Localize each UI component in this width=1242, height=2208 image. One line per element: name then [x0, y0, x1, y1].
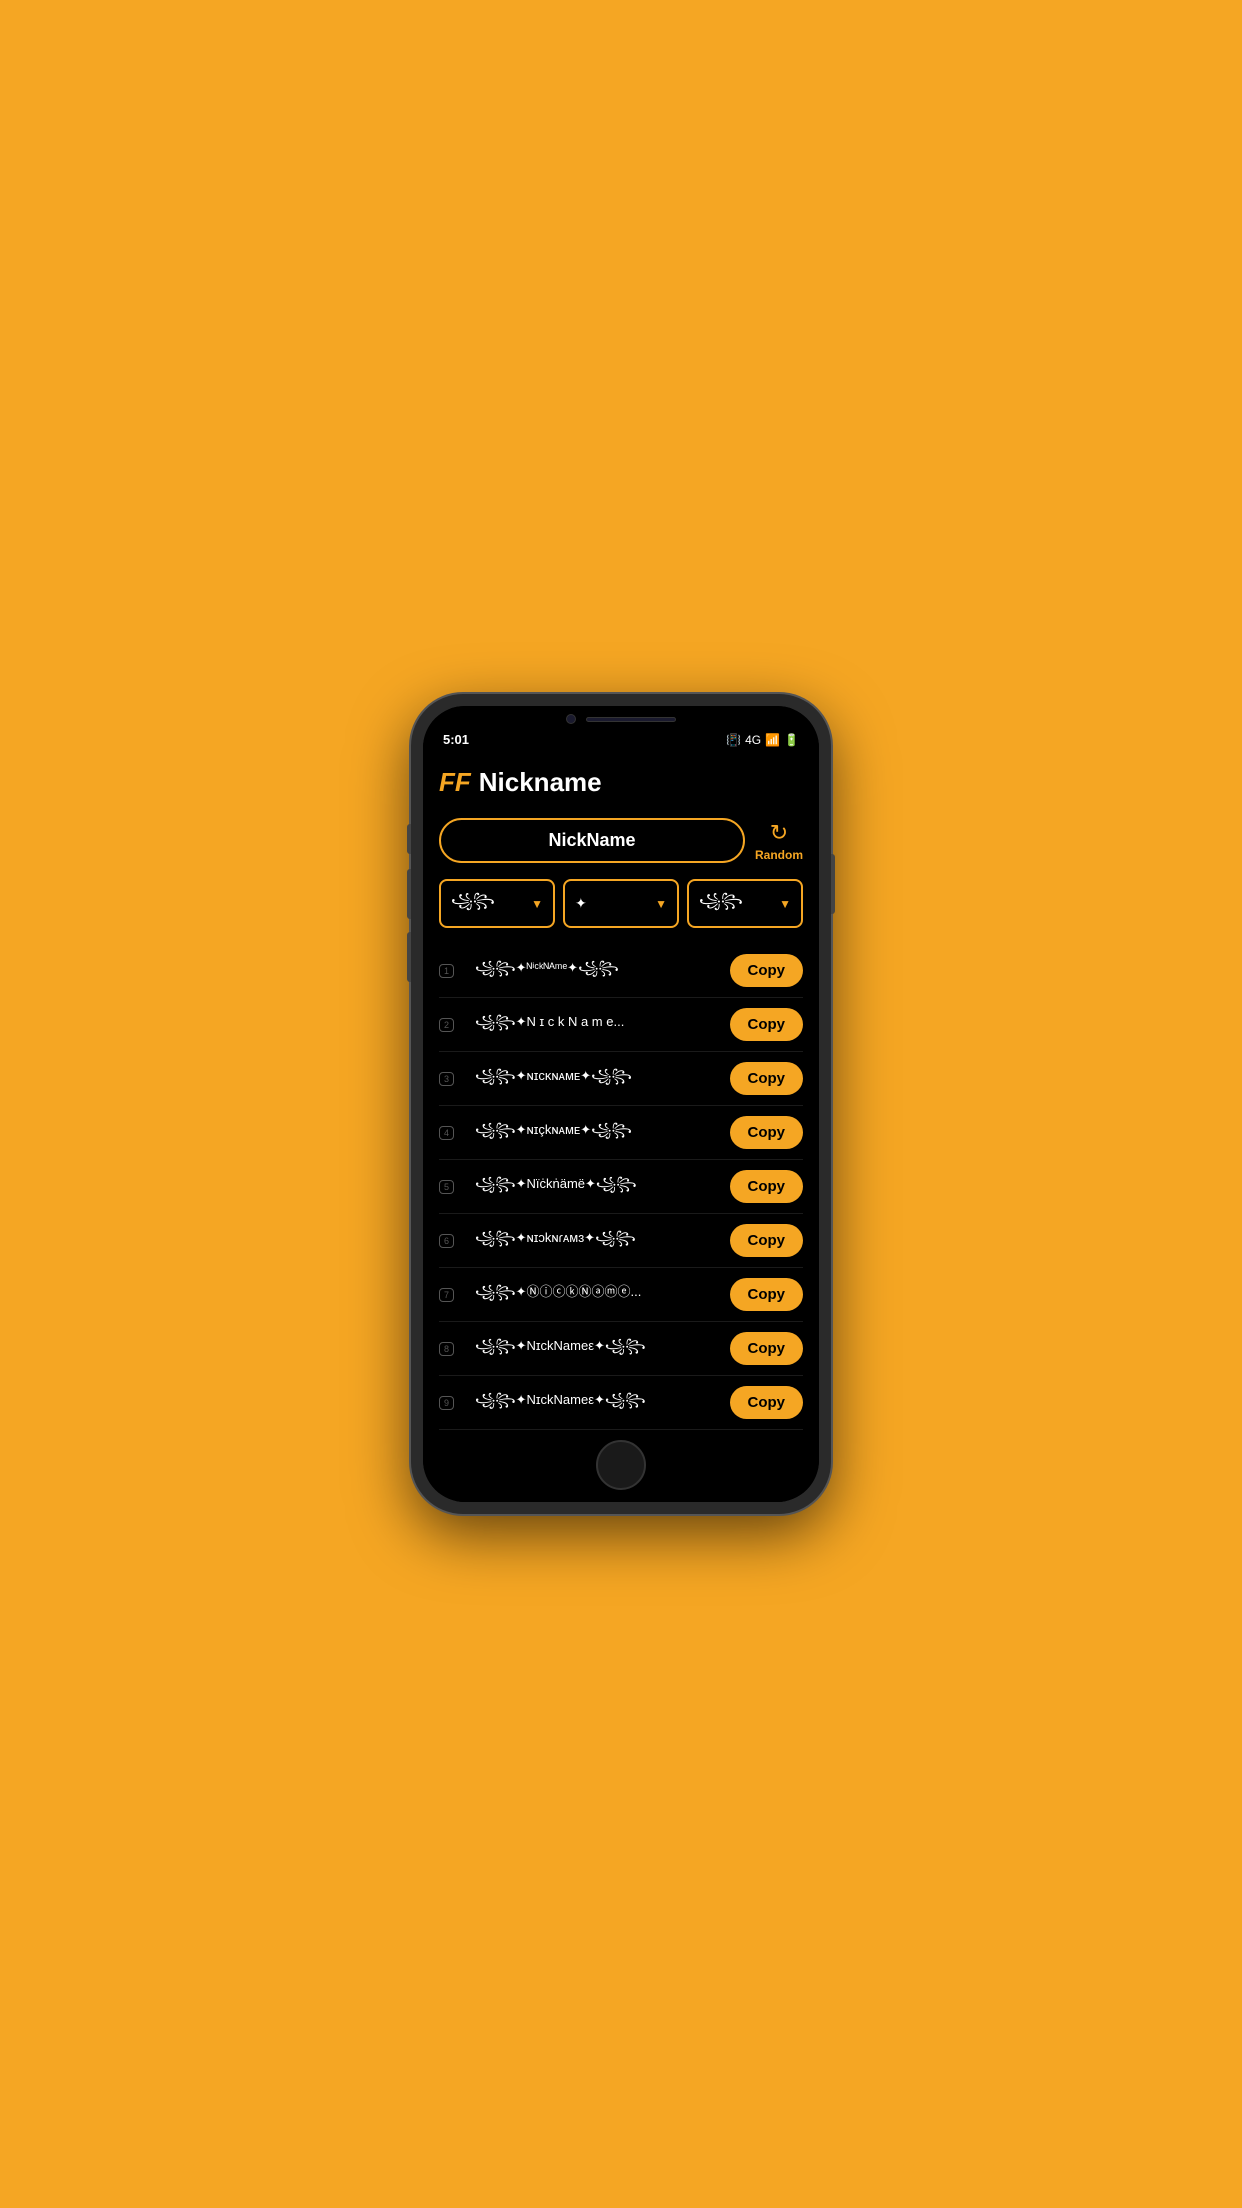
volume-up-button	[407, 869, 411, 919]
dropdown-arrow-1: ▼	[531, 897, 543, 911]
network-icon: 4G	[745, 733, 761, 747]
nickname-text-6: ꧁꧂✦ɴɪɔkɴɾᴀᴍɜ✦꧁꧂	[475, 1227, 722, 1254]
dropdown-arrow-3: ▼	[779, 897, 791, 911]
row-number: 6	[439, 1234, 467, 1248]
copy-button-7[interactable]: Copy	[730, 1278, 804, 1311]
phone-notch	[423, 706, 819, 728]
filter-3-text: ꧁꧂	[699, 889, 743, 918]
signal-icon: 📶	[765, 733, 780, 747]
nickname-text-7: ꧁꧂✦ⓃⓘⓒⓚⓃⓐⓜⓔ...	[475, 1281, 722, 1308]
table-row: 7 ꧁꧂✦ⓃⓘⓒⓚⓃⓐⓜⓔ... Copy	[439, 1268, 803, 1322]
nickname-input[interactable]	[439, 818, 745, 863]
filter-row: ꧁꧂ ▼ ✦ ▼ ꧁꧂ ▼	[439, 879, 803, 928]
app-header: FF Nickname	[439, 767, 803, 798]
dropdown-arrow-2: ▼	[655, 897, 667, 911]
random-icon: ↻	[770, 820, 788, 846]
table-row: 4 ꧁꧂✦ɴɪçkɴᴀᴍᴇ✦꧁꧂ Copy	[439, 1106, 803, 1160]
copy-button-4[interactable]: Copy	[730, 1116, 804, 1149]
row-number: 4	[439, 1126, 467, 1140]
vibrate-icon: 📳	[726, 733, 741, 747]
copy-button-8[interactable]: Copy	[730, 1332, 804, 1365]
row-number: 2	[439, 1018, 467, 1032]
copy-button-6[interactable]: Copy	[730, 1224, 804, 1257]
table-row: 9 ꧁꧂✦NɪckNameε✦꧁꧂ Copy	[439, 1376, 803, 1430]
table-row: 1 ꧁꧂✦ᴺⁱᶜᵏᴺᴬᵐᵉ✦꧁꧂ Copy	[439, 944, 803, 998]
row-number: 9	[439, 1396, 467, 1410]
table-row: 3 ꧁꧂✦ɴɪᴄᴋɴᴀᴍᴇ✦꧁꧂ Copy	[439, 1052, 803, 1106]
ff-label: FF	[439, 767, 471, 798]
filter-dropdown-2[interactable]: ✦ ▼	[563, 879, 679, 928]
row-number: 5	[439, 1180, 467, 1194]
row-number: 7	[439, 1288, 467, 1302]
random-button[interactable]: ↻ Random	[755, 820, 803, 862]
row-number: 3	[439, 1072, 467, 1086]
row-number: 8	[439, 1342, 467, 1356]
table-row: 6 ꧁꧂✦ɴɪɔkɴɾᴀᴍɜ✦꧁꧂ Copy	[439, 1214, 803, 1268]
battery-icon: 🔋	[784, 733, 799, 747]
home-button[interactable]	[596, 1440, 646, 1490]
filter-dropdown-1[interactable]: ꧁꧂ ▼	[439, 879, 555, 928]
random-label: Random	[755, 848, 803, 862]
copy-button-2[interactable]: Copy	[730, 1008, 804, 1041]
phone-frame: 5:01 📳 4G 📶 🔋 FF Nickname ↻ Random	[411, 694, 831, 1514]
nickname-text-9: ꧁꧂✦NɪckNameε✦꧁꧂	[475, 1389, 722, 1416]
front-camera	[566, 714, 576, 724]
copy-button-1[interactable]: Copy	[730, 954, 804, 987]
app-title: Nickname	[479, 767, 602, 798]
phone-screen: 5:01 📳 4G 📶 🔋 FF Nickname ↻ Random	[423, 706, 819, 1502]
nickname-text-2: ꧁꧂✦N ɪ ᴄ k N a m e...	[475, 1011, 722, 1038]
status-time: 5:01	[443, 732, 469, 747]
status-icons: 📳 4G 📶 🔋	[726, 733, 799, 747]
status-bar: 5:01 📳 4G 📶 🔋	[423, 728, 819, 751]
power-button	[831, 854, 835, 914]
nickname-text-5: ꧁꧂✦Nïċkṅämë✦꧁꧂	[475, 1173, 722, 1200]
nickname-text-8: ꧁꧂✦NɪckNameε✦꧁꧂	[475, 1335, 722, 1362]
table-row: 8 ꧁꧂✦NɪckNameε✦꧁꧂ Copy	[439, 1322, 803, 1376]
speaker	[586, 717, 676, 722]
row-number: 1	[439, 964, 467, 978]
copy-button-3[interactable]: Copy	[730, 1062, 804, 1095]
input-row: ↻ Random	[439, 818, 803, 863]
copy-button-5[interactable]: Copy	[730, 1170, 804, 1203]
home-indicator-area	[423, 1432, 819, 1502]
mute-button	[407, 824, 411, 854]
nickname-text-1: ꧁꧂✦ᴺⁱᶜᵏᴺᴬᵐᵉ✦꧁꧂	[475, 957, 722, 984]
app-content: FF Nickname ↻ Random ꧁꧂ ▼ ✦ ▼	[423, 751, 819, 1432]
table-row: 2 ꧁꧂✦N ɪ ᴄ k N a m e... Copy	[439, 998, 803, 1052]
nickname-list: 1 ꧁꧂✦ᴺⁱᶜᵏᴺᴬᵐᵉ✦꧁꧂ Copy 2 ꧁꧂✦N ɪ ᴄ k N a m…	[439, 944, 803, 1432]
filter-dropdown-3[interactable]: ꧁꧂ ▼	[687, 879, 803, 928]
nickname-text-3: ꧁꧂✦ɴɪᴄᴋɴᴀᴍᴇ✦꧁꧂	[475, 1065, 722, 1092]
filter-1-text: ꧁꧂	[451, 889, 495, 918]
nickname-text-4: ꧁꧂✦ɴɪçkɴᴀᴍᴇ✦꧁꧂	[475, 1119, 722, 1146]
filter-2-text: ✦	[575, 895, 587, 912]
copy-button-9[interactable]: Copy	[730, 1386, 804, 1419]
volume-down-button	[407, 932, 411, 982]
table-row: 5 ꧁꧂✦Nïċkṅämë✦꧁꧂ Copy	[439, 1160, 803, 1214]
